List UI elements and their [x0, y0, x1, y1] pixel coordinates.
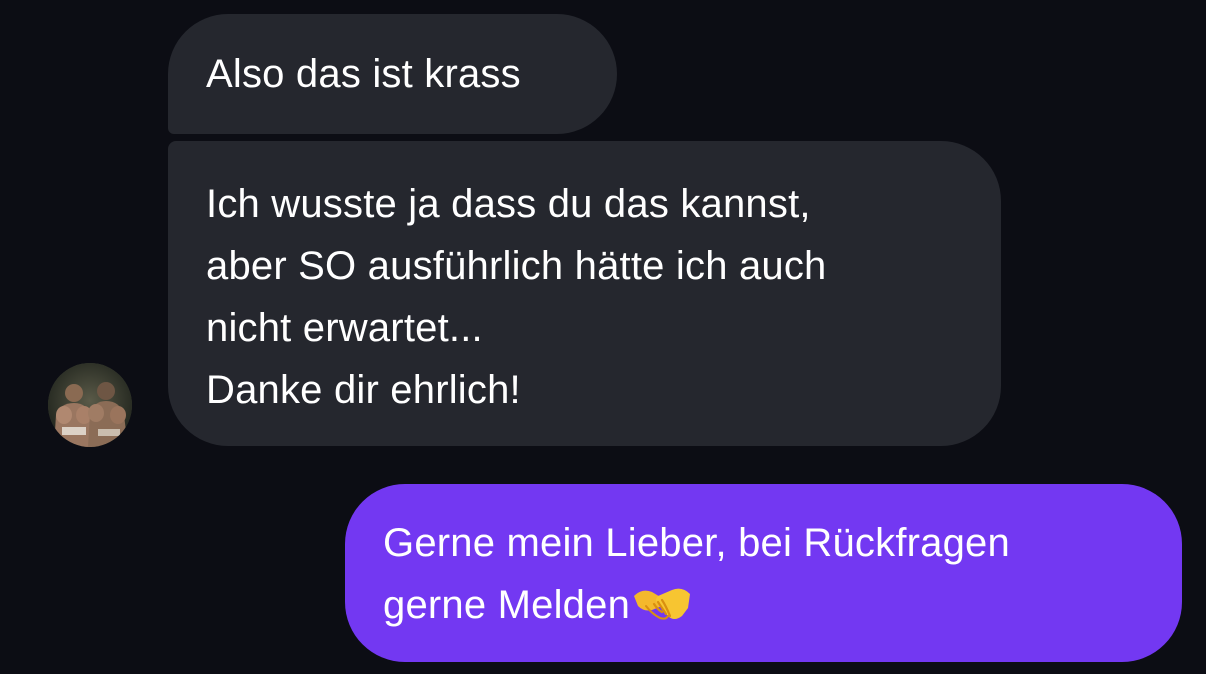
sender-avatar[interactable]: [48, 363, 132, 447]
outgoing-message-bubble[interactable]: Gerne mein Lieber, bei Rückfragen gerne …: [345, 484, 1182, 662]
chat-thread: Also das ist krass Ich wusste ja dass du…: [0, 0, 1206, 674]
message-text-line: Also das ist krass: [206, 52, 521, 96]
message-text-line: aber SO ausführlich hätte ich auch: [206, 244, 827, 288]
incoming-message-bubble[interactable]: Also das ist krass: [168, 14, 617, 134]
incoming-message-bubble[interactable]: Ich wusste ja dass du das kannst, aber S…: [168, 141, 1001, 446]
avatar-photo: [48, 363, 132, 447]
message-text-line: Ich wusste ja dass du das kannst,: [206, 182, 811, 226]
message-text-line: nicht erwartet...: [206, 306, 483, 350]
message-text-line-with-emoji: gerne Melden: [383, 574, 1146, 636]
message-text: gerne Melden: [383, 583, 631, 627]
message-text-line: Danke dir ehrlich!: [206, 368, 521, 412]
message-text-line: Gerne mein Lieber, bei Rückfragen: [383, 521, 1010, 565]
handshake-icon: [632, 580, 692, 626]
